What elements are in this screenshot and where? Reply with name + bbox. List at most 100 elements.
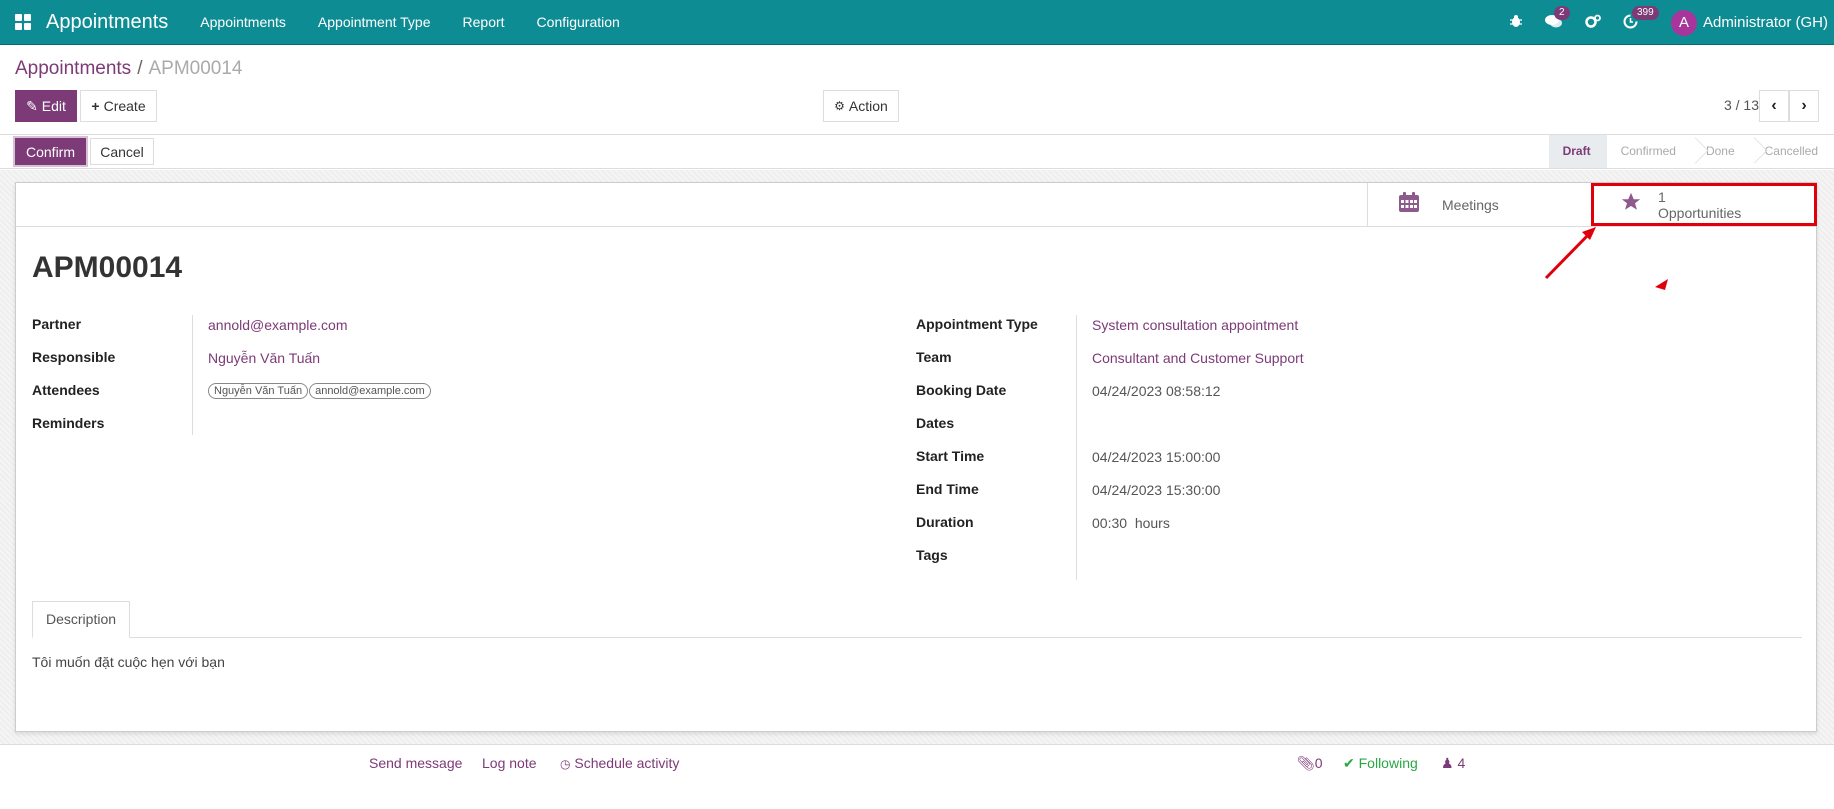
cancel-button[interactable]: Cancel	[90, 138, 154, 165]
calendar-icon	[1394, 191, 1424, 219]
form-sheet: Meetings 1 Opportunities APM00014 Partne…	[15, 182, 1817, 732]
attendee-tag[interactable]: Nguyễn Văn Tuấn	[208, 383, 309, 399]
field-tags: Tags	[916, 543, 1304, 576]
action-button-label: Action	[848, 98, 888, 114]
action-button[interactable]: ⚙ Action	[823, 90, 899, 122]
following-label: Following	[1358, 755, 1418, 771]
menu-configuration[interactable]: Configuration	[537, 14, 620, 30]
bug-icon[interactable]	[1509, 14, 1523, 31]
followers-button[interactable]: ♟ 4	[1441, 755, 1465, 772]
clock-icon[interactable]: 399	[1623, 5, 1659, 32]
dates-value	[1084, 411, 1092, 416]
breadcrumb-current: APM00014	[148, 58, 243, 79]
following-button[interactable]: ✔ Following	[1343, 755, 1418, 772]
create-button-label: Create	[103, 98, 146, 114]
attendees-tags: Nguyễn Văn Tuấn annold@example.com	[200, 378, 432, 399]
check-icon: ✔	[1343, 755, 1355, 771]
gears-icon[interactable]	[1585, 14, 1601, 31]
field-dates: Dates	[916, 411, 1304, 444]
edit-button-label: Edit	[41, 98, 66, 114]
reminders-value	[200, 411, 208, 416]
field-team: Team Consultant and Customer Support	[916, 345, 1304, 378]
tab-description[interactable]: Description	[32, 601, 131, 638]
confirm-button[interactable]: Confirm	[15, 138, 86, 165]
schedule-activity-label: Schedule activity	[574, 755, 680, 771]
record-title: APM00014	[32, 251, 183, 284]
apps-grid-icon[interactable]	[15, 14, 31, 30]
edit-button[interactable]: ✎ Edit	[15, 90, 77, 122]
field-label: Reminders	[32, 415, 105, 431]
avatar[interactable]: A	[1670, 9, 1697, 36]
log-note-button[interactable]: Log note	[482, 755, 537, 771]
user-icon: ♟	[1441, 755, 1454, 771]
activities-badge: 399	[1631, 5, 1659, 20]
pencil-icon: ✎	[26, 97, 38, 114]
status-step-cancelled[interactable]: Cancelled	[1751, 135, 1834, 168]
status-pipeline: Draft Confirmed Done Cancelled	[1548, 135, 1834, 168]
field-label: Attendees	[32, 382, 100, 398]
left-field-group: Partner annold@example.com Responsible N…	[32, 312, 432, 444]
partner-value[interactable]: annold@example.com	[200, 312, 348, 333]
field-appointment-type: Appointment Type System consultation app…	[916, 312, 1304, 345]
plus-icon: +	[91, 98, 100, 114]
breadcrumb-parent[interactable]: Appointments	[15, 58, 131, 79]
field-attendees: Attendees Nguyễn Văn Tuấn annold@example.…	[32, 378, 432, 411]
field-label: Start Time	[916, 448, 985, 464]
status-bar: Confirm Cancel Draft Confirmed Done Canc…	[0, 134, 1834, 169]
field-label: Team	[916, 349, 952, 365]
start-time-value: 04/24/2023 15:00:00	[1092, 449, 1221, 465]
pager-previous-button[interactable]: ‹	[1759, 90, 1789, 122]
pager-next-button[interactable]: ›	[1789, 90, 1819, 122]
field-responsible: Responsible Nguyễn Văn Tuấn	[32, 345, 432, 378]
field-label: End Time	[916, 481, 979, 497]
responsible-value[interactable]: Nguyễn Văn Tuấn	[200, 345, 320, 366]
booking-date-value: 04/24/2023 08:58:12	[1092, 383, 1221, 399]
breadcrumb-separator: /	[137, 58, 143, 79]
field-partner: Partner annold@example.com	[32, 312, 432, 345]
right-field-group: Appointment Type System consultation app…	[916, 312, 1304, 576]
app-title[interactable]: Appointments	[46, 11, 168, 34]
field-start-time: Start Time 04/24/2023 15:00:00	[916, 444, 1304, 477]
field-label: Booking Date	[916, 382, 1007, 398]
description-text: Tôi muốn đặt cuộc hẹn với bạn	[32, 654, 225, 670]
end-time-value: 04/24/2023 15:30:00	[1092, 482, 1221, 498]
appointment-type-value[interactable]: System consultation appointment	[1084, 312, 1298, 333]
control-panel: Appointments / APM00014 ✎ Edit + Create ⚙ Act…	[0, 46, 1834, 134]
field-duration: Duration 00:30 hours	[916, 510, 1304, 543]
chatter: Send message Log note ◷ Schedule activit…	[0, 744, 1834, 809]
annotation-highlight-box	[1591, 183, 1817, 226]
clock-icon: ◷	[560, 757, 571, 771]
tags-value	[1084, 543, 1092, 548]
menu-report[interactable]: Report	[463, 14, 505, 30]
followers-count: 4	[1457, 755, 1466, 771]
duration-value: 00:30 hours	[1092, 515, 1170, 531]
send-message-button[interactable]: Send message	[369, 755, 462, 771]
attendee-tag[interactable]: annold@example.com	[309, 383, 431, 399]
create-button[interactable]: + Create	[80, 90, 157, 122]
field-label: Dates	[916, 415, 955, 431]
field-label: Appointment Type	[916, 316, 1038, 332]
breadcrumb: Appointments / APM00014	[15, 58, 242, 80]
menu-appointments[interactable]: Appointments	[200, 14, 286, 30]
paperclip-icon: 📎︎	[1297, 755, 1315, 771]
attachments-count: 0	[1314, 755, 1323, 771]
messages-badge: 2	[1553, 5, 1570, 20]
status-step-draft[interactable]: Draft	[1548, 135, 1607, 168]
status-step-confirmed[interactable]: Confirmed	[1607, 135, 1692, 168]
field-label: Partner	[32, 316, 82, 332]
meetings-smart-button[interactable]: Meetings	[1367, 183, 1591, 227]
schedule-activity-button[interactable]: ◷ Schedule activity	[560, 755, 679, 771]
user-menu[interactable]: Administrator (GH)	[1703, 14, 1828, 31]
pager-value[interactable]: 3 / 13	[1724, 97, 1759, 113]
team-value[interactable]: Consultant and Customer Support	[1084, 345, 1304, 366]
top-navbar: Appointments Appointments Appointment Ty…	[0, 0, 1834, 45]
notebook-tabs: Description	[32, 601, 1802, 638]
field-label: Duration	[916, 514, 974, 530]
field-booking-date: Booking Date 04/24/2023 08:58:12	[916, 378, 1304, 411]
meetings-label: Meetings	[1442, 197, 1499, 213]
field-label: Responsible	[32, 349, 116, 365]
field-end-time: End Time 04/24/2023 15:30:00	[916, 477, 1304, 510]
chat-icon[interactable]: 2	[1544, 5, 1570, 32]
menu-appointment-type[interactable]: Appointment Type	[318, 14, 431, 30]
attachments-button[interactable]: 📎︎0	[1297, 755, 1323, 772]
